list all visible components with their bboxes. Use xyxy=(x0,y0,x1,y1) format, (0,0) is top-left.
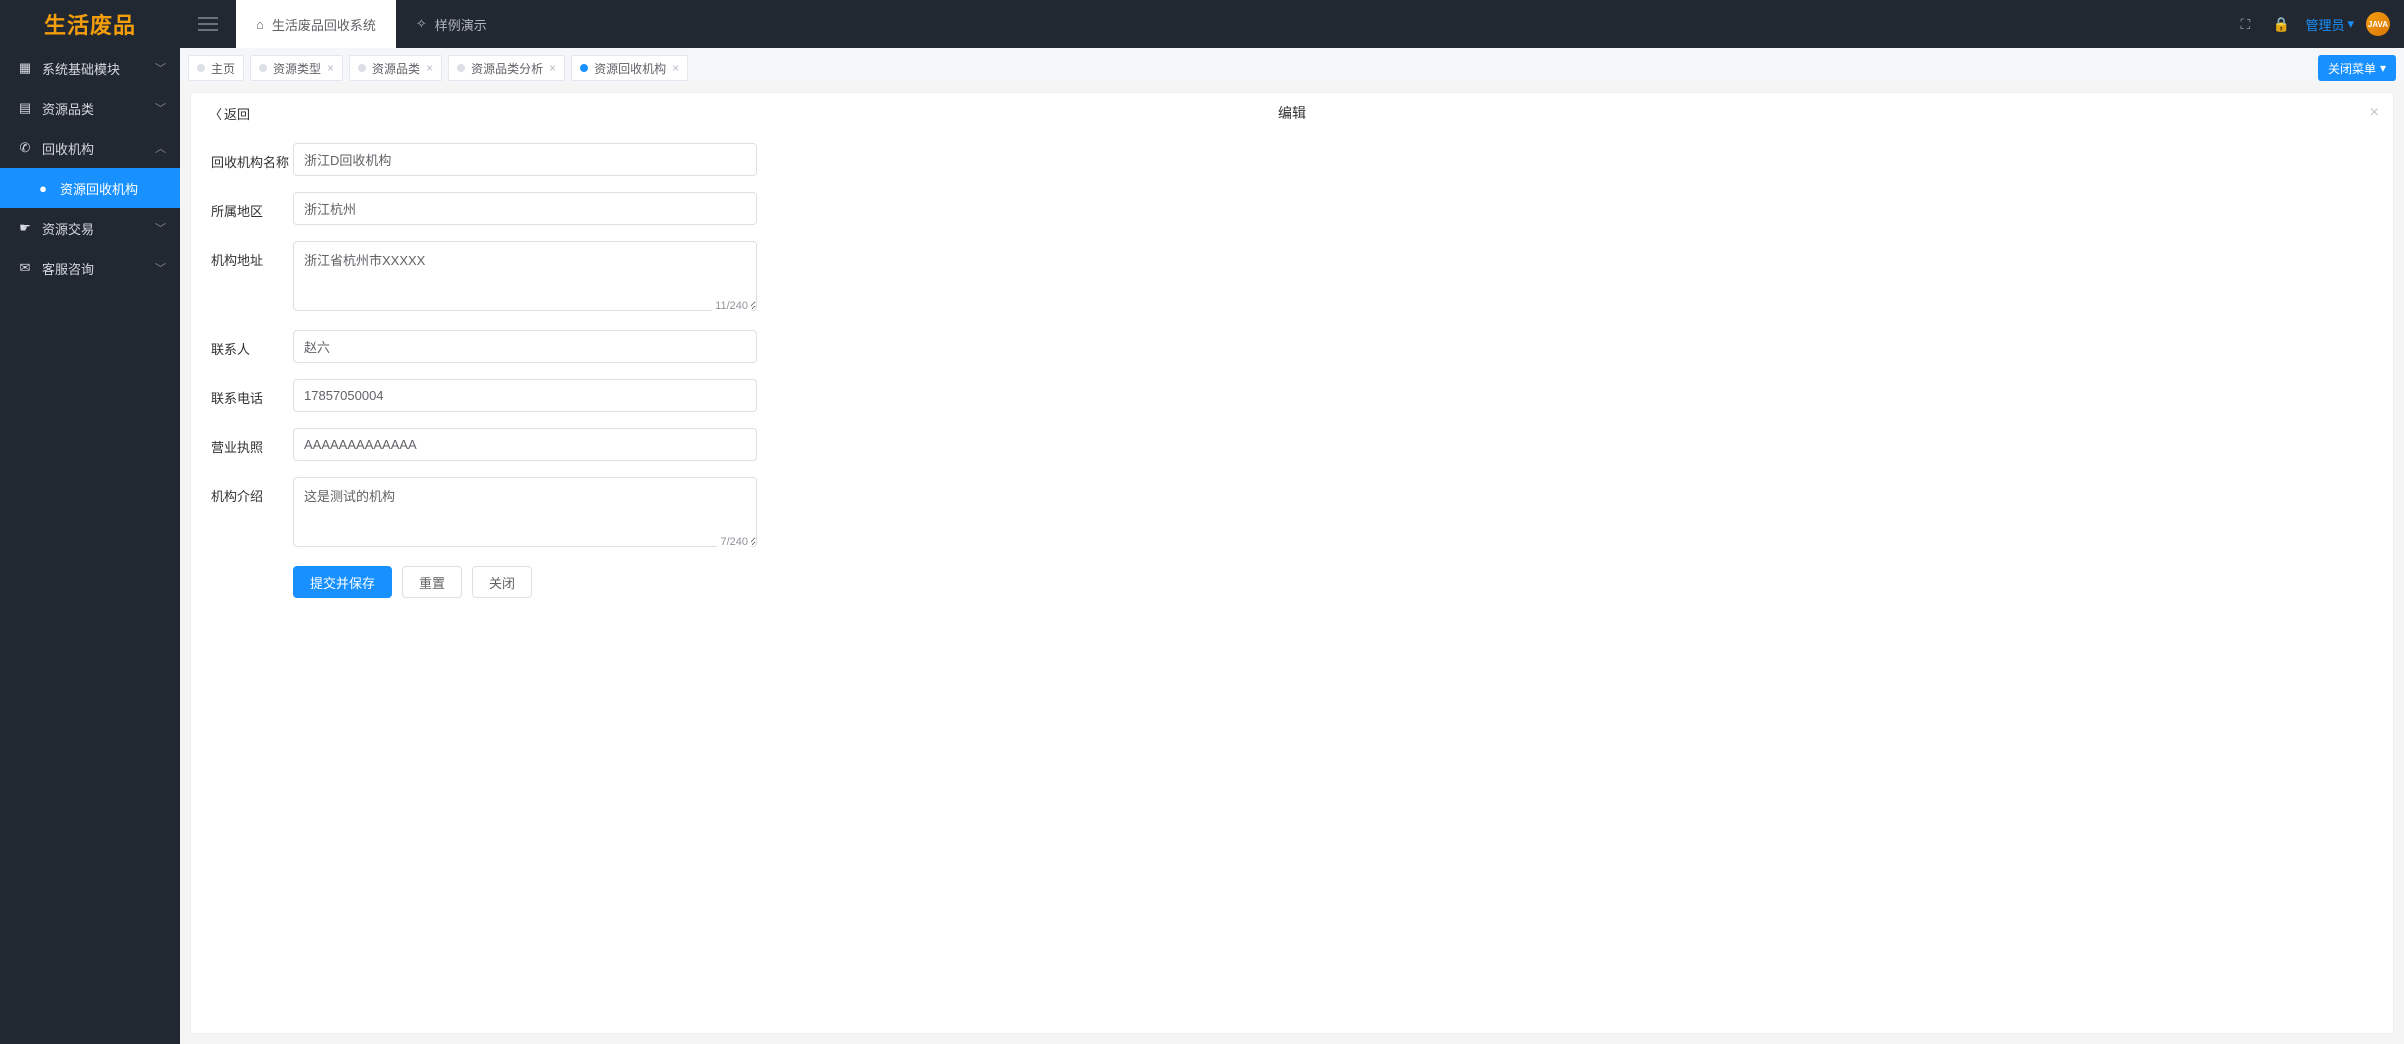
tab-label: 资源品类 xyxy=(372,60,420,77)
tab-close-icon[interactable]: × xyxy=(549,61,556,75)
sidebar-item-recycle-org[interactable]: ✆ 回收机构 ︿ xyxy=(0,128,180,168)
top-tab-system[interactable]: ⌂ 生活废品回收系统 xyxy=(236,0,396,48)
chat-icon: ✉ xyxy=(18,261,32,275)
card-close-button[interactable]: × xyxy=(2370,104,2379,122)
chevron-up-icon: ︿ xyxy=(155,140,166,156)
back-button[interactable]: 〈 返回 xyxy=(209,104,250,123)
sidebar-menu: ▦ 系统基础模块 ﹀ ▤ 资源品类 ﹀ ✆ 回收机构 ︿ ● 资源回收机构 ☛ … xyxy=(0,48,180,288)
phone-icon: ✆ xyxy=(18,141,32,155)
top-tab-demo[interactable]: ✧ 样例演示 xyxy=(396,0,507,48)
label-address: 机构地址 xyxy=(211,241,293,269)
address-char-count: 11/240 xyxy=(712,300,751,312)
lock-icon: 🔒 xyxy=(2273,16,2290,33)
avatar-text: JAVA xyxy=(2368,20,2388,29)
tab-resource-analysis[interactable]: 资源品类分析 × xyxy=(448,55,565,81)
chevron-down-icon: ﹀ xyxy=(155,60,166,76)
avatar[interactable]: JAVA xyxy=(2366,12,2390,36)
header: ⌂ 生活废品回收系统 ✧ 样例演示 ⛶ 🔒 管理员 ▾ JAVA xyxy=(180,0,2404,48)
card-header: 〈 返回 编辑 × xyxy=(191,93,2393,133)
top-tab-label: 生活废品回收系统 xyxy=(272,15,376,34)
hamburger-icon xyxy=(198,17,218,31)
tab-dot-icon xyxy=(457,64,465,72)
home-icon: ⌂ xyxy=(256,17,264,32)
tab-label: 资源品类分析 xyxy=(471,60,543,77)
page-tabs: 主页 资源类型 × 资源品类 × 资源品类分析 × 资源回收机构 × xyxy=(180,48,2404,82)
tab-close-icon[interactable]: × xyxy=(426,61,433,75)
tab-label: 主页 xyxy=(211,60,235,77)
sidebar-item-label: 资源交易 xyxy=(42,219,94,238)
logo-text: 生活废品 xyxy=(44,8,136,40)
intro-char-count: 7/240 xyxy=(717,536,751,548)
sidebar-item-label: 回收机构 xyxy=(42,139,94,158)
tab-recycle-org[interactable]: 资源回收机构 × xyxy=(571,55,688,81)
close-button[interactable]: 关闭 xyxy=(472,566,532,598)
tab-label: 资源类型 xyxy=(273,60,321,77)
label-phone: 联系电话 xyxy=(211,379,293,407)
caret-down-icon: ▾ xyxy=(2380,61,2386,75)
tab-resource-type[interactable]: 资源类型 × xyxy=(250,55,343,81)
tab-dot-icon xyxy=(197,64,205,72)
input-contact[interactable] xyxy=(293,330,757,363)
tab-resource-category[interactable]: 资源品类 × xyxy=(349,55,442,81)
back-label: 返回 xyxy=(224,104,250,123)
label-intro: 机构介绍 xyxy=(211,477,293,505)
sidebar-item-label: 系统基础模块 xyxy=(42,59,120,78)
input-region[interactable] xyxy=(293,192,757,225)
label-org-name: 回收机构名称 xyxy=(211,143,293,171)
hamburger-button[interactable] xyxy=(180,0,236,48)
sidebar: 生活废品 ▦ 系统基础模块 ﹀ ▤ 资源品类 ﹀ ✆ 回收机构 ︿ ● 资源回收… xyxy=(0,0,180,1044)
sidebar-item-label: 资源回收机构 xyxy=(60,179,138,198)
hand-icon: ☛ xyxy=(18,221,32,235)
fullscreen-button[interactable]: ⛶ xyxy=(2227,0,2263,48)
sidebar-item-label: 客服咨询 xyxy=(42,259,94,278)
logo: 生活废品 xyxy=(0,0,180,48)
input-license[interactable] xyxy=(293,428,757,461)
edit-card: 〈 返回 编辑 × 回收机构名称 xyxy=(190,92,2394,1034)
edit-form: 回收机构名称 所属地区 机构地址 浙江省杭州市 xyxy=(191,133,2393,608)
textarea-intro[interactable]: 这是测试的机构 xyxy=(293,477,757,547)
sidebar-item-category[interactable]: ▤ 资源品类 ﹀ xyxy=(0,88,180,128)
tab-close-icon[interactable]: × xyxy=(327,61,334,75)
sidebar-item-trade[interactable]: ☛ 资源交易 ﹀ xyxy=(0,208,180,248)
input-phone[interactable] xyxy=(293,379,757,412)
textarea-address[interactable]: 浙江省杭州市XXXXX xyxy=(293,241,757,311)
lock-button[interactable]: 🔒 xyxy=(2263,0,2299,48)
dot-icon: ● xyxy=(36,181,50,195)
sidebar-item-label: 资源品类 xyxy=(42,99,94,118)
tab-dot-icon xyxy=(259,64,267,72)
label-license: 营业执照 xyxy=(211,428,293,456)
content-area: 〈 返回 编辑 × 回收机构名称 xyxy=(180,82,2404,1044)
apps-icon: ▤ xyxy=(18,101,32,115)
tab-home[interactable]: 主页 xyxy=(188,55,244,81)
top-tab-label: 样例演示 xyxy=(435,15,487,34)
close-menu-button[interactable]: 关闭菜单 ▾ xyxy=(2318,55,2396,81)
tab-dot-icon xyxy=(580,64,588,72)
tab-dot-icon xyxy=(358,64,366,72)
sidebar-item-service[interactable]: ✉ 客服咨询 ﹀ xyxy=(0,248,180,288)
tab-label: 资源回收机构 xyxy=(594,60,666,77)
sidebar-item-system[interactable]: ▦ 系统基础模块 ﹀ xyxy=(0,48,180,88)
close-icon: × xyxy=(2370,104,2379,121)
submit-button[interactable]: 提交并保存 xyxy=(293,566,392,598)
reset-button[interactable]: 重置 xyxy=(402,566,462,598)
tab-close-icon[interactable]: × xyxy=(672,61,679,75)
chevron-left-icon: 〈 xyxy=(209,104,222,123)
sparkle-icon: ✧ xyxy=(416,16,427,32)
sidebar-item-resource-recycle-org[interactable]: ● 资源回收机构 xyxy=(0,168,180,208)
grid-icon: ▦ xyxy=(18,61,32,75)
user-name: 管理员 xyxy=(2305,15,2344,34)
close-menu-label: 关闭菜单 xyxy=(2328,60,2376,77)
label-contact: 联系人 xyxy=(211,330,293,358)
user-menu[interactable]: 管理员 ▾ xyxy=(2305,15,2354,34)
caret-down-icon: ▾ xyxy=(2347,16,2354,32)
chevron-down-icon: ﹀ xyxy=(155,260,166,276)
card-title: 编辑 xyxy=(1278,103,1306,123)
chevron-down-icon: ﹀ xyxy=(155,100,166,116)
input-org-name[interactable] xyxy=(293,143,757,176)
chevron-down-icon: ﹀ xyxy=(155,220,166,236)
fullscreen-icon: ⛶ xyxy=(2241,16,2251,33)
label-region: 所属地区 xyxy=(211,192,293,220)
